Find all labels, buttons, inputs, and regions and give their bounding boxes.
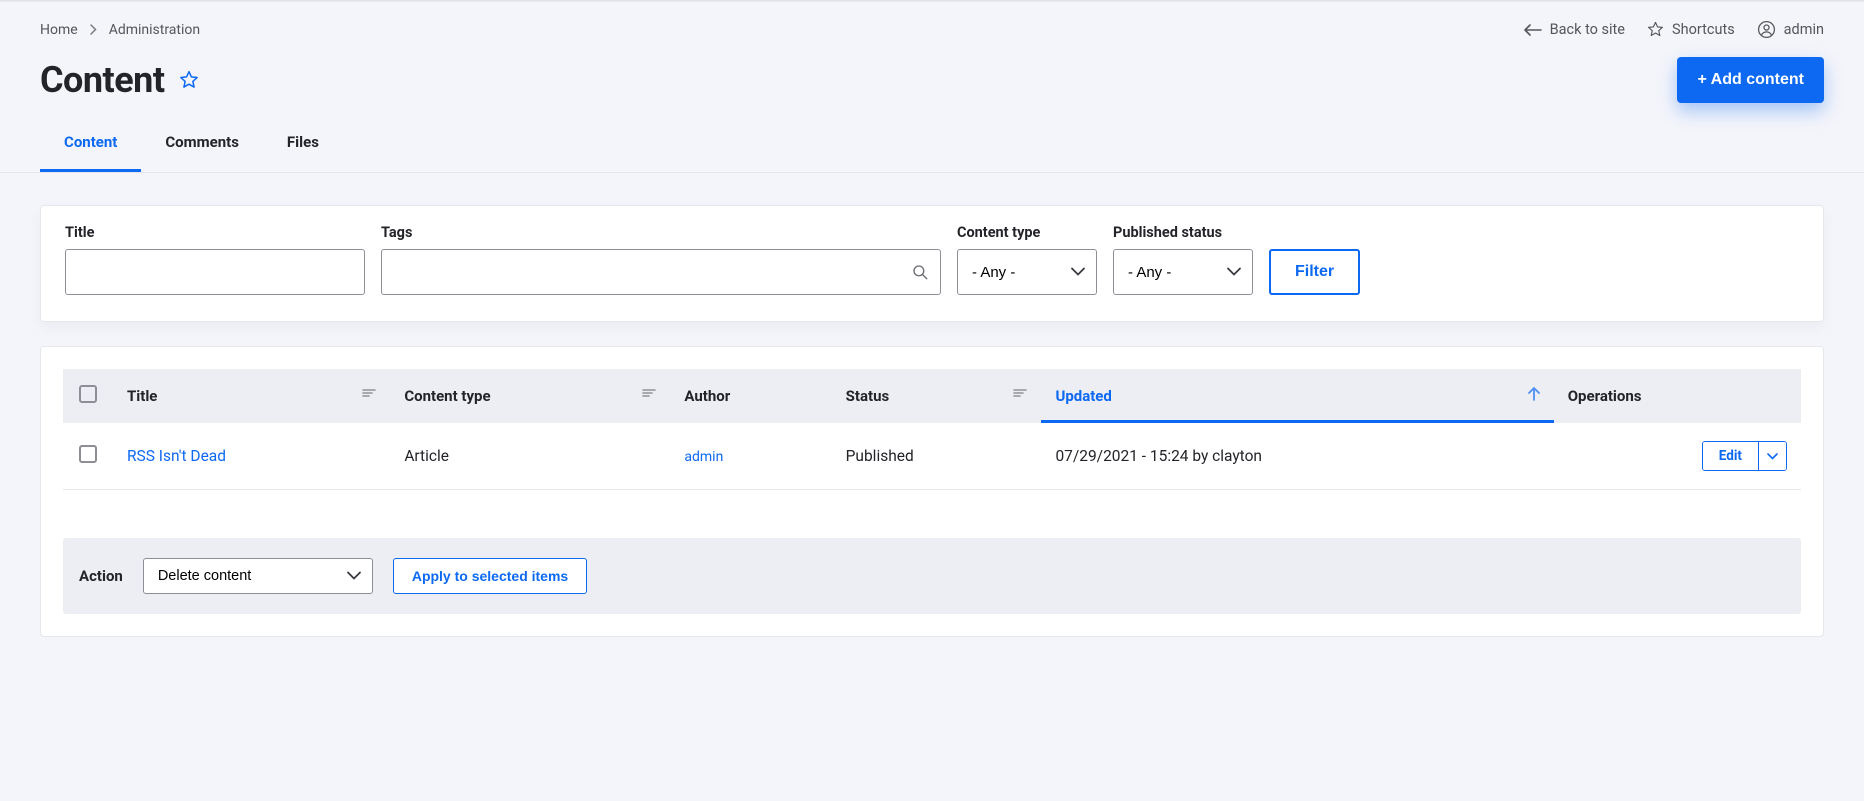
sort-icon bbox=[362, 387, 376, 399]
row-op-splitbutton: Edit bbox=[1702, 441, 1787, 471]
topbar: Home Administration Back to site Shortcu… bbox=[0, 2, 1864, 47]
apply-bulk-button[interactable]: Apply to selected items bbox=[393, 558, 587, 594]
filter-tags-input[interactable] bbox=[381, 249, 941, 295]
breadcrumb: Home Administration bbox=[40, 22, 200, 38]
chevron-right-icon bbox=[90, 24, 97, 35]
col-status[interactable]: Status bbox=[832, 369, 1042, 423]
title-row: Content + Add content bbox=[0, 47, 1864, 103]
col-author: Author bbox=[670, 369, 831, 423]
shortcuts-link[interactable]: Shortcuts bbox=[1647, 21, 1735, 38]
sort-icon bbox=[1013, 387, 1027, 399]
tab-content[interactable]: Content bbox=[40, 133, 141, 172]
col-updated[interactable]: Updated bbox=[1041, 369, 1553, 423]
breadcrumb-home[interactable]: Home bbox=[40, 22, 78, 38]
filter-tags-label: Tags bbox=[381, 224, 941, 241]
table-row: RSS Isn't Dead Article admin Published 0… bbox=[63, 423, 1801, 490]
add-content-button[interactable]: + Add content bbox=[1677, 57, 1824, 103]
filter-title-input[interactable] bbox=[65, 249, 365, 295]
row-updated: 07/29/2021 - 15:24 by clayton bbox=[1041, 423, 1553, 490]
col-operations: Operations bbox=[1554, 369, 1801, 423]
filter-published-label: Published status bbox=[1113, 224, 1253, 241]
edit-button[interactable]: Edit bbox=[1703, 442, 1758, 470]
star-outline-icon[interactable] bbox=[179, 70, 199, 90]
tab-files[interactable]: Files bbox=[263, 133, 343, 172]
arrow-up-icon bbox=[1528, 387, 1540, 401]
page-title: Content bbox=[40, 59, 165, 101]
filter-content-type-select[interactable]: - Any - bbox=[957, 249, 1097, 295]
tab-comments[interactable]: Comments bbox=[141, 133, 263, 172]
user-label: admin bbox=[1784, 21, 1824, 38]
filter-card: Title Tags Content type - Any - Publishe… bbox=[40, 205, 1824, 322]
bulk-label: Action bbox=[79, 567, 123, 585]
filter-button[interactable]: Filter bbox=[1269, 249, 1360, 295]
filter-published-select[interactable]: - Any - bbox=[1113, 249, 1253, 295]
row-content-type: Article bbox=[390, 423, 670, 490]
filter-title-label: Title bbox=[65, 224, 365, 241]
table-card: Title Content type Author Status Updated… bbox=[40, 346, 1824, 637]
user-link[interactable]: admin bbox=[1757, 20, 1824, 39]
col-content-type[interactable]: Content type bbox=[390, 369, 670, 423]
shortcuts-label: Shortcuts bbox=[1672, 21, 1735, 38]
row-status: Published bbox=[832, 423, 1042, 490]
back-to-site-label: Back to site bbox=[1550, 21, 1625, 38]
chevron-down-icon bbox=[1767, 453, 1778, 460]
star-icon bbox=[1647, 21, 1664, 38]
user-icon bbox=[1757, 20, 1776, 39]
row-checkbox[interactable] bbox=[79, 445, 97, 463]
sort-icon bbox=[642, 387, 656, 399]
bulk-action-select[interactable]: Delete content bbox=[143, 558, 373, 594]
content-table: Title Content type Author Status Updated… bbox=[63, 369, 1801, 490]
tabs: Content Comments Files bbox=[0, 103, 1864, 173]
row-op-dropdown[interactable] bbox=[1758, 442, 1786, 470]
row-author-link[interactable]: admin bbox=[684, 449, 723, 465]
back-to-site-link[interactable]: Back to site bbox=[1524, 21, 1625, 38]
bulk-action-bar: Action Delete content Apply to selected … bbox=[63, 538, 1801, 614]
row-title-link[interactable]: RSS Isn't Dead bbox=[127, 447, 226, 465]
col-title[interactable]: Title bbox=[113, 369, 390, 423]
breadcrumb-admin: Administration bbox=[109, 22, 200, 38]
arrow-left-icon bbox=[1524, 24, 1542, 36]
toplinks: Back to site Shortcuts admin bbox=[1524, 20, 1824, 39]
filter-content-type-label: Content type bbox=[957, 224, 1097, 241]
select-all-checkbox[interactable] bbox=[79, 385, 97, 403]
